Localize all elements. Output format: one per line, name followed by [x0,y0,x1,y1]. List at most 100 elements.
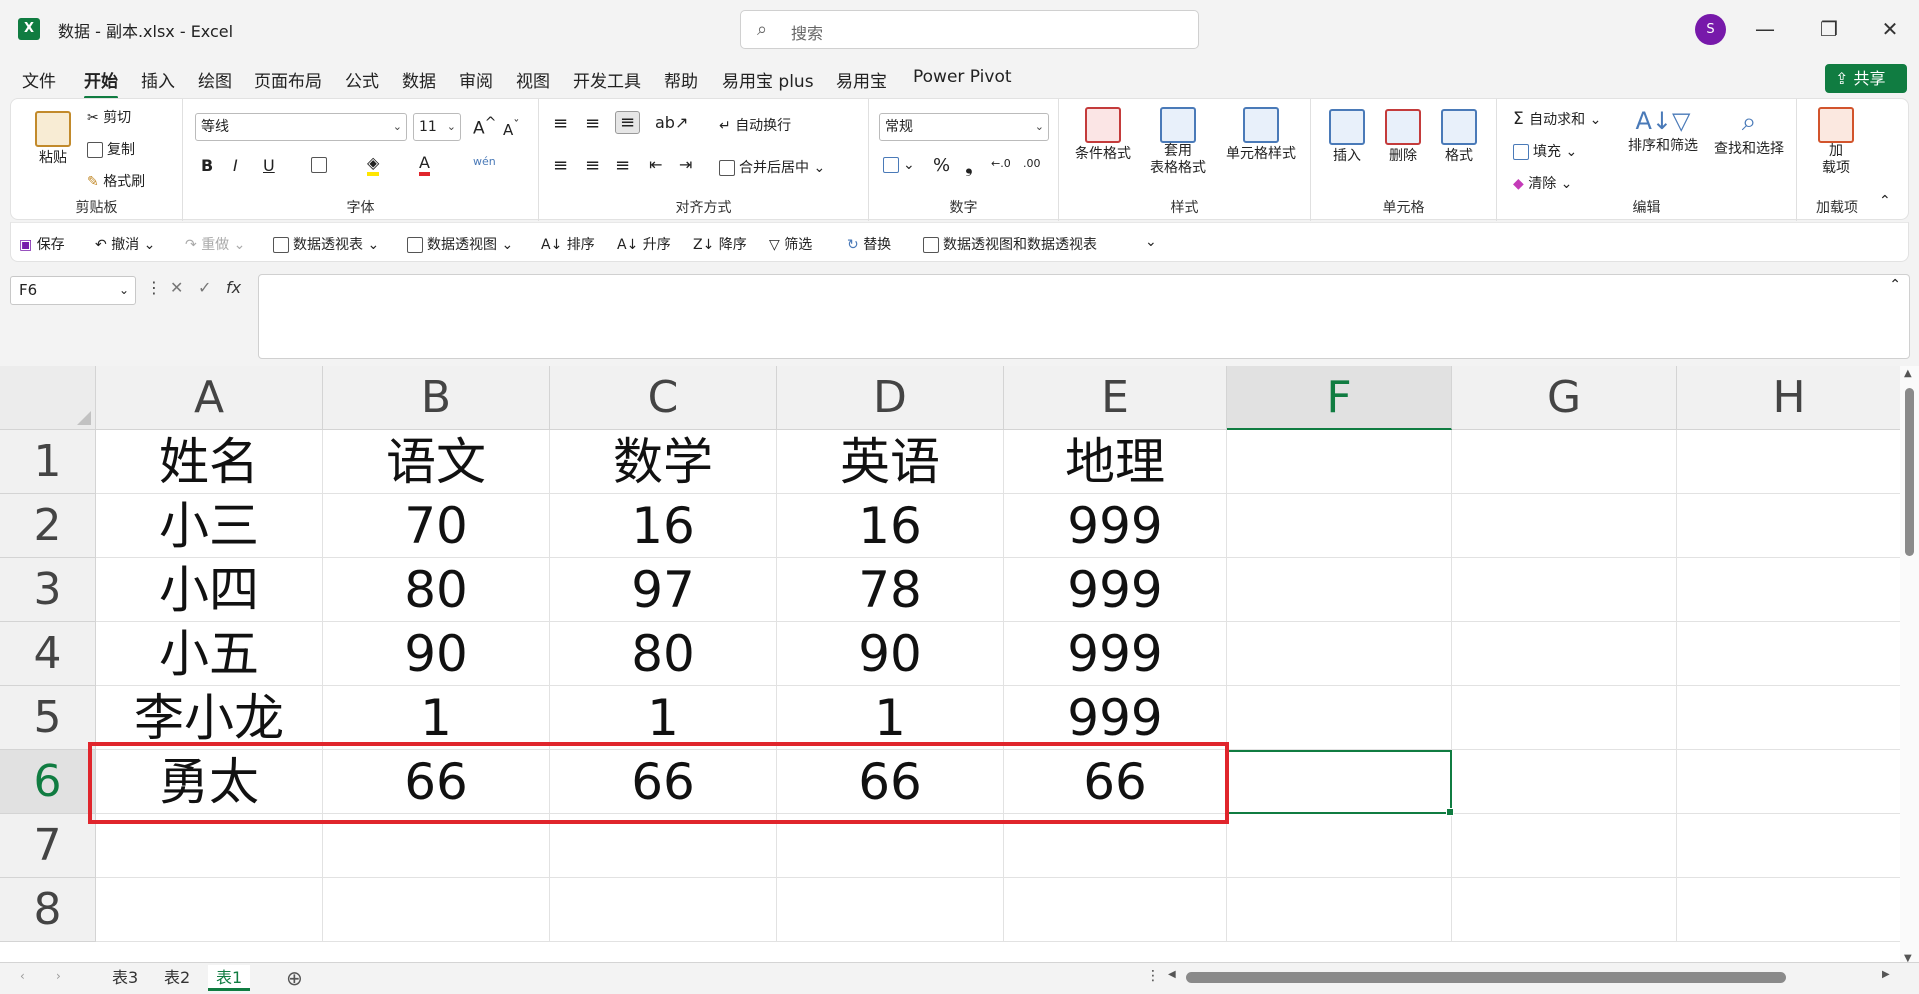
cell-g8[interactable] [1452,878,1677,942]
decrease-decimal-button[interactable]: .00 [1023,157,1041,170]
cut-button[interactable]: ✂ 剪切 [87,107,131,127]
scroll-left-icon[interactable]: ◀ [1168,969,1176,980]
cell-g2[interactable] [1452,494,1677,558]
cell-d4[interactable]: 90 [777,622,1004,686]
qat-save-button[interactable]: ▣ 保存 [19,234,65,254]
insert-cells-button[interactable]: 插入 [1325,109,1369,165]
formula-input[interactable]: ⌃ [258,274,1910,359]
cell-d5[interactable]: 1 [777,686,1004,750]
tab-data[interactable]: 数据 [402,67,436,92]
cell-b4[interactable]: 90 [323,622,550,686]
cell-a3[interactable]: 小四 [96,558,323,622]
tab-yiyongbao[interactable]: 易用宝 [836,67,887,92]
tab-help[interactable]: 帮助 [664,67,698,92]
cell-a5[interactable]: 李小龙 [96,686,323,750]
clear-button[interactable]: ◆ 清除 ⌄ [1513,173,1572,193]
cell-f8[interactable] [1227,878,1452,942]
cell-e3[interactable]: 999 [1004,558,1227,622]
cell-e4[interactable]: 999 [1004,622,1227,686]
cell-a4[interactable]: 小五 [96,622,323,686]
select-all-button[interactable] [0,366,96,430]
italic-button[interactable]: I [233,156,238,175]
fill-button[interactable]: 填充 ⌄ [1513,141,1577,161]
cell-h2[interactable] [1677,494,1902,558]
row-header-3[interactable]: 3 [0,558,96,622]
wrap-text-button[interactable]: ↵ 自动换行 [719,115,791,135]
increase-decimal-button[interactable]: ←.0 [991,157,1011,170]
align-left-button[interactable]: ≡ [553,155,568,176]
tab-review[interactable]: 审阅 [459,67,493,92]
qat-sort-desc-button[interactable]: Z↓ 降序 [693,234,747,254]
align-right-button[interactable]: ≡ [615,155,630,176]
column-header-h[interactable]: H [1677,366,1902,430]
cell-h6[interactable] [1677,750,1902,814]
cell-d2[interactable]: 16 [777,494,1004,558]
sheet-tab-1[interactable]: 表1 [208,965,251,991]
cell-e2[interactable]: 999 [1004,494,1227,558]
cell-f5[interactable] [1227,686,1452,750]
tab-draw[interactable]: 绘图 [198,67,232,92]
comma-button[interactable]: ❟ [965,153,973,177]
share-button[interactable]: ⇪ 共享 [1825,64,1907,93]
cell-a1[interactable]: 姓名 [96,430,323,494]
expand-icon[interactable]: ⌃ [1889,277,1901,293]
find-select-button[interactable]: ⌕ 查找和选择 [1709,107,1789,158]
cell-b1[interactable]: 语文 [323,430,550,494]
bold-button[interactable]: B [201,156,213,175]
cell-c4[interactable]: 80 [550,622,777,686]
accounting-button[interactable]: ⌄ [883,157,915,173]
cell-b3[interactable]: 80 [323,558,550,622]
cell-g5[interactable] [1452,686,1677,750]
qat-pivot-chart-button[interactable]: 数据透视图 ⌄ [407,234,513,254]
column-header-d[interactable]: D [777,366,1004,430]
cell-e8[interactable] [1004,878,1227,942]
cell-h3[interactable] [1677,558,1902,622]
cell-d1[interactable]: 英语 [777,430,1004,494]
minimize-button[interactable]: — [1745,12,1785,46]
qat-filter-button[interactable]: ▽ 筛选 [769,234,812,254]
cell-h1[interactable] [1677,430,1902,494]
qat-pivot-table-button[interactable]: 数据透视表 ⌄ [273,234,379,254]
name-box[interactable]: F6 ⌄ [10,276,136,305]
horizontal-scrollbar-thumb[interactable] [1186,972,1786,983]
row-header-7[interactable]: 7 [0,814,96,878]
scroll-right-icon[interactable]: ▶ [1882,969,1890,980]
decrease-indent-button[interactable]: ⇤ [649,155,662,174]
increase-indent-button[interactable]: ⇥ [679,155,692,174]
scroll-up-icon[interactable]: ▲ [1904,368,1912,379]
paste-button[interactable]: 粘贴 [35,111,71,167]
align-top-button[interactable]: ≡ [553,113,568,134]
tab-home[interactable]: 开始 [84,67,118,99]
cell-c5[interactable]: 1 [550,686,777,750]
column-header-b[interactable]: B [323,366,550,430]
tab-file[interactable]: 文件 [22,67,56,92]
tab-insert[interactable]: 插入 [141,67,175,92]
autosum-button[interactable]: Σ 自动求和 ⌄ [1513,109,1601,129]
qat-sort-button[interactable]: A↓ 排序 [541,234,595,254]
vertical-scrollbar[interactable]: ▲ ▼ [1900,366,1919,966]
cell-c3[interactable]: 97 [550,558,777,622]
row-header-2[interactable]: 2 [0,494,96,558]
sheet-tab-3[interactable]: 表3 [104,965,146,991]
font-size-select[interactable]: 11 ⌄ [413,113,461,141]
sort-filter-button[interactable]: A↓▽ 排序和筛选 [1623,107,1703,155]
tab-formulas[interactable]: 公式 [345,67,379,92]
qat-replace-button[interactable]: ↻ 替换 [847,234,891,254]
qat-sort-asc-button[interactable]: A↓ 升序 [617,234,671,254]
tab-power-pivot[interactable]: Power Pivot [913,67,1012,87]
cell-f2[interactable] [1227,494,1452,558]
cell-e5[interactable]: 999 [1004,686,1227,750]
increase-font-button[interactable]: A^ [473,115,497,139]
row-header-4[interactable]: 4 [0,622,96,686]
copy-button[interactable]: 复制 [87,139,135,159]
cancel-icon[interactable]: ✕ [170,278,183,297]
restore-button[interactable]: ❐ [1809,12,1849,46]
cell-f3[interactable] [1227,558,1452,622]
cell-h7[interactable] [1677,814,1902,878]
format-as-table-button[interactable]: 套用 表格格式 [1143,107,1213,177]
next-sheet-icon[interactable]: › [56,969,61,983]
conditional-format-button[interactable]: 条件格式 [1071,107,1135,163]
align-center-button[interactable]: ≡ [585,155,600,176]
cell-h8[interactable] [1677,878,1902,942]
fx-icon[interactable]: fx [226,278,241,297]
